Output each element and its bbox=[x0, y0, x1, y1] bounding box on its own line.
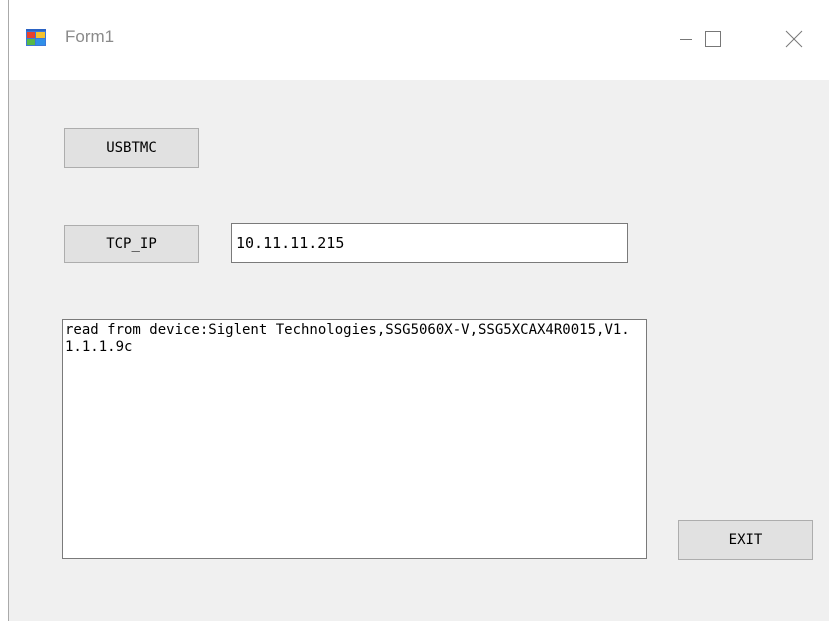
exit-button[interactable]: EXIT bbox=[678, 520, 813, 560]
maximize-button[interactable] bbox=[686, 14, 740, 64]
close-button[interactable] bbox=[767, 14, 821, 64]
device-output-textbox[interactable]: read from device:Siglent Technologies,SS… bbox=[62, 319, 647, 559]
window-title: Form1 bbox=[65, 27, 115, 46]
title-bar[interactable]: Form1 bbox=[9, 0, 829, 80]
ip-address-input[interactable] bbox=[231, 223, 628, 263]
tcp-ip-button[interactable]: TCP_IP bbox=[64, 225, 199, 263]
close-icon bbox=[784, 29, 804, 49]
winforms-app-icon bbox=[26, 29, 46, 46]
form-client-area: USBTMC TCP_IP read from device:Siglent T… bbox=[9, 80, 829, 621]
maximize-icon bbox=[703, 29, 723, 49]
form-window: Form1 USBTMC TCP_IP read from device:Sig… bbox=[8, 0, 829, 621]
usbtmc-button[interactable]: USBTMC bbox=[64, 128, 199, 168]
